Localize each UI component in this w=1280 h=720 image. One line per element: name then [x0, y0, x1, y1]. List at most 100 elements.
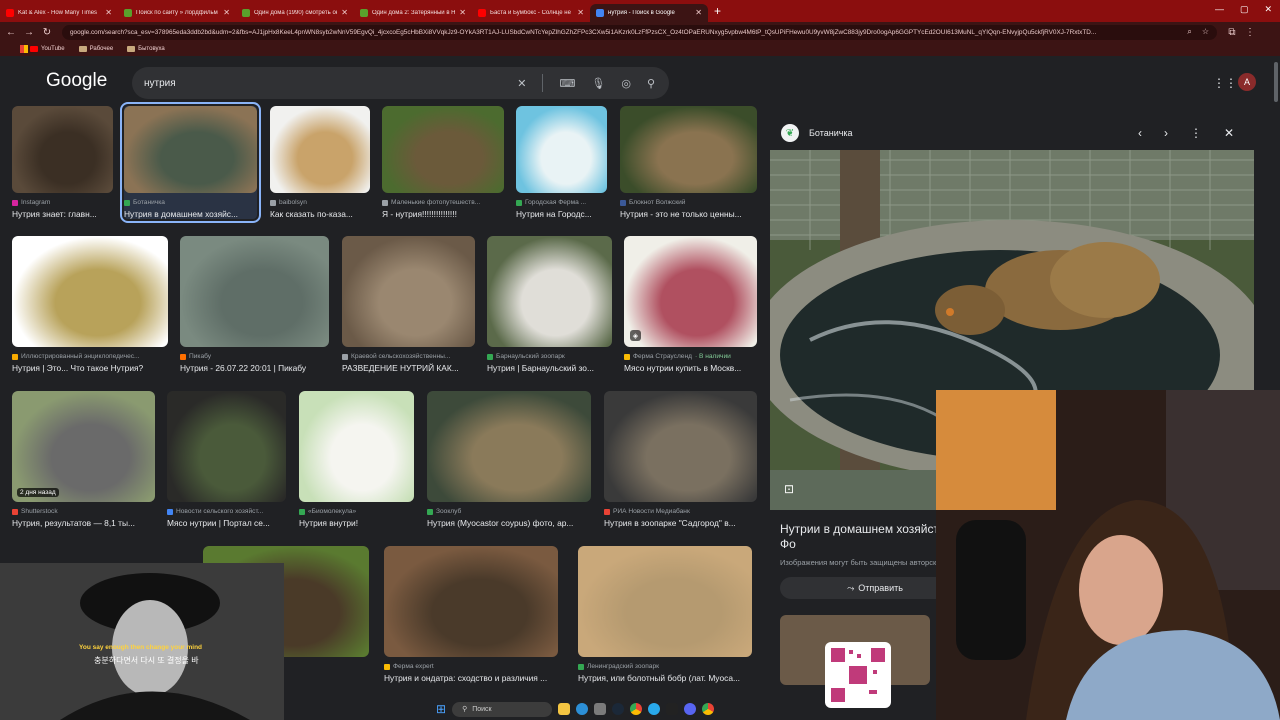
- result-title[interactable]: Нутрия на Городс...: [516, 209, 607, 219]
- image-result[interactable]: Блокнот Волжский Нутрия - это не только ц…: [620, 106, 757, 219]
- image-result[interactable]: Instagram Нутрия знает: главн...: [12, 106, 113, 219]
- tab-close-icon[interactable]: ✕: [223, 8, 230, 17]
- result-source[interactable]: Ферма expert: [384, 663, 558, 670]
- tab-close-icon[interactable]: ✕: [577, 8, 584, 17]
- image-result[interactable]: ◈ Ферма Страусленд · В наличии Мясо нутрии…: [624, 236, 757, 373]
- maximize-icon[interactable]: ▢: [1240, 4, 1249, 15]
- google-logo[interactable]: Google: [46, 70, 107, 92]
- apps-grid-icon[interactable]: [20, 45, 28, 53]
- image-result[interactable]: baibolsyn Как сказать по-каза...: [270, 106, 370, 219]
- tab-close-icon[interactable]: ✕: [341, 8, 348, 17]
- result-thumbnail[interactable]: [620, 106, 757, 193]
- tab-close-icon[interactable]: ✕: [695, 8, 702, 17]
- result-title[interactable]: Нутрия - 26.07.22 20:01 | Пикабу: [180, 363, 329, 373]
- image-result[interactable]: Ботаничка Нутрия в домашнем хозяйс...: [120, 102, 261, 223]
- result-title[interactable]: Нутрия в зоопарке "Садгород" в...: [604, 518, 757, 528]
- result-source[interactable]: Зооклуб: [427, 508, 591, 515]
- bookmark-folder-home[interactable]: Бытовуха: [127, 46, 165, 52]
- image-result[interactable]: Пикабу Нутрия - 26.07.22 20:01 | Пикабу: [180, 236, 329, 373]
- extensions-icon[interactable]: ⧉: [1225, 27, 1239, 38]
- file-explorer-icon[interactable]: [558, 703, 571, 715]
- result-title[interactable]: Нутрия | Это... Что такое Нутрия?: [12, 363, 168, 373]
- close-window-icon[interactable]: ✕: [1264, 4, 1272, 15]
- image-result[interactable]: Иллюстрированный энциклопедичес... Нутрия…: [12, 236, 168, 373]
- tab-0[interactable]: Kat & Alex - How Many Times ✕: [0, 4, 118, 22]
- reload-icon[interactable]: ↻: [40, 27, 54, 38]
- result-title[interactable]: Нутрия (Myocastor coypus) фото, ар...: [427, 518, 591, 528]
- image-result[interactable]: РИА Новости Медиабанк Нутрия в зоопарке "…: [604, 391, 757, 528]
- lens-search-icon[interactable]: ⊡: [784, 482, 794, 496]
- minimize-icon[interactable]: —: [1215, 4, 1224, 15]
- result-thumbnail[interactable]: [342, 236, 475, 347]
- result-thumbnail[interactable]: [384, 546, 558, 657]
- result-source[interactable]: Иллюстрированный энциклопедичес...: [12, 353, 168, 360]
- result-thumbnail[interactable]: ◈: [624, 236, 757, 347]
- tab-close-icon[interactable]: ✕: [459, 8, 466, 17]
- tab-3[interactable]: Один дома 2: Затерянный в Н ✕: [354, 4, 472, 22]
- result-thumbnail[interactable]: [299, 391, 414, 502]
- tab-2[interactable]: Один дома (1990) смотреть он ✕: [236, 4, 354, 22]
- lens-icon[interactable]: ◎: [621, 77, 631, 90]
- result-thumbnail[interactable]: [270, 106, 370, 193]
- chrome-icon[interactable]: [630, 703, 643, 715]
- microphone-icon[interactable]: 🎙: [591, 77, 605, 90]
- result-thumbnail[interactable]: [12, 236, 168, 347]
- image-result[interactable]: Барнаульский зоопарк Нутрия | Барнаульски…: [487, 236, 612, 373]
- image-result[interactable]: 2 дня назад Shutterstock Нутрия, результат…: [12, 391, 155, 528]
- search-input[interactable]: нутрия: [144, 78, 176, 89]
- tab-4[interactable]: Баста и Бумбокс - Солнце не в ✕: [472, 4, 590, 22]
- forward-icon[interactable]: →: [22, 27, 36, 38]
- result-source[interactable]: Барнаульский зоопарк: [487, 353, 612, 360]
- result-title[interactable]: Нутрия знает: главн...: [12, 209, 113, 219]
- preview-site-name[interactable]: Ботаничка: [809, 128, 853, 138]
- image-result[interactable]: Краевой сельскохозяйственны... РАЗВЕДЕНИЕ…: [342, 236, 475, 373]
- result-thumbnail[interactable]: [578, 546, 752, 657]
- back-icon[interactable]: ←: [4, 27, 18, 38]
- result-source[interactable]: Городская Ферма ...: [516, 199, 607, 206]
- avatar[interactable]: A: [1238, 73, 1256, 91]
- result-title[interactable]: Нутрия | Барнаульский зо...: [487, 363, 612, 373]
- result-thumbnail[interactable]: [487, 236, 612, 347]
- result-title[interactable]: Мясо нутрии | Портал се...: [167, 518, 286, 528]
- result-title[interactable]: Нутрия в домашнем хозяйс...: [124, 209, 257, 219]
- result-source[interactable]: Пикабу: [180, 353, 329, 360]
- result-thumbnail[interactable]: [124, 106, 257, 193]
- chrome-icon[interactable]: [702, 703, 715, 715]
- previous-icon[interactable]: ‹: [1138, 126, 1142, 140]
- result-title[interactable]: Нутрия и ондатра: сходство и различия ..…: [384, 673, 558, 683]
- result-thumbnail[interactable]: 2 дня назад: [12, 391, 155, 502]
- result-thumbnail[interactable]: [427, 391, 591, 502]
- result-thumbnail[interactable]: [604, 391, 757, 502]
- tab-1[interactable]: Поиск по сайту » Лордфильм ✕: [118, 4, 236, 22]
- result-source[interactable]: «Биомолекула»: [299, 508, 414, 515]
- windows-start-icon[interactable]: ⊞: [436, 702, 446, 716]
- discord-icon[interactable]: [684, 703, 697, 715]
- result-source[interactable]: РИА Новости Медиабанк: [604, 508, 757, 515]
- search-icon[interactable]: ⚲: [647, 77, 655, 90]
- new-tab-button[interactable]: +: [714, 4, 721, 18]
- result-title[interactable]: Нутрия - это не только ценны...: [620, 209, 757, 219]
- clear-icon[interactable]: ✕: [517, 77, 526, 90]
- steam-icon[interactable]: [612, 703, 625, 715]
- zoom-icon[interactable]: ⌕: [1187, 27, 1191, 37]
- result-source[interactable]: Instagram: [12, 199, 113, 206]
- tab-close-icon[interactable]: ✕: [105, 8, 112, 17]
- result-source[interactable]: Shutterstock: [12, 508, 155, 515]
- result-title[interactable]: Нутрия, результатов — 8,1 ты...: [12, 518, 155, 528]
- result-title[interactable]: РАЗВЕДЕНИЕ НУТРИЙ КАК...: [342, 363, 475, 373]
- terminal-icon[interactable]: [666, 703, 679, 715]
- result-title[interactable]: Я - нутрия!!!!!!!!!!!!!!!: [382, 209, 504, 219]
- image-result[interactable]: «Биомолекула» Нутрия внутри!: [299, 391, 414, 528]
- bookmark-folder-work[interactable]: Рабочее: [78, 46, 113, 52]
- result-source[interactable]: Ленинградский зоопарк: [578, 663, 752, 670]
- menu-icon[interactable]: ⋮: [1243, 27, 1257, 38]
- next-icon[interactable]: ›: [1164, 126, 1168, 140]
- edge-icon[interactable]: [576, 703, 589, 715]
- keyboard-icon[interactable]: ⌨: [559, 77, 575, 90]
- result-source[interactable]: Ботаничка: [124, 199, 257, 206]
- bookmark-youtube[interactable]: YouTube: [30, 46, 65, 52]
- result-source[interactable]: baibolsyn: [270, 199, 370, 206]
- result-title[interactable]: Нутрия внутри!: [299, 518, 414, 528]
- image-result[interactable]: Новости сельского хозяйст... Мясо нутрии …: [167, 391, 286, 528]
- more-options-icon[interactable]: ⋮: [1190, 126, 1202, 140]
